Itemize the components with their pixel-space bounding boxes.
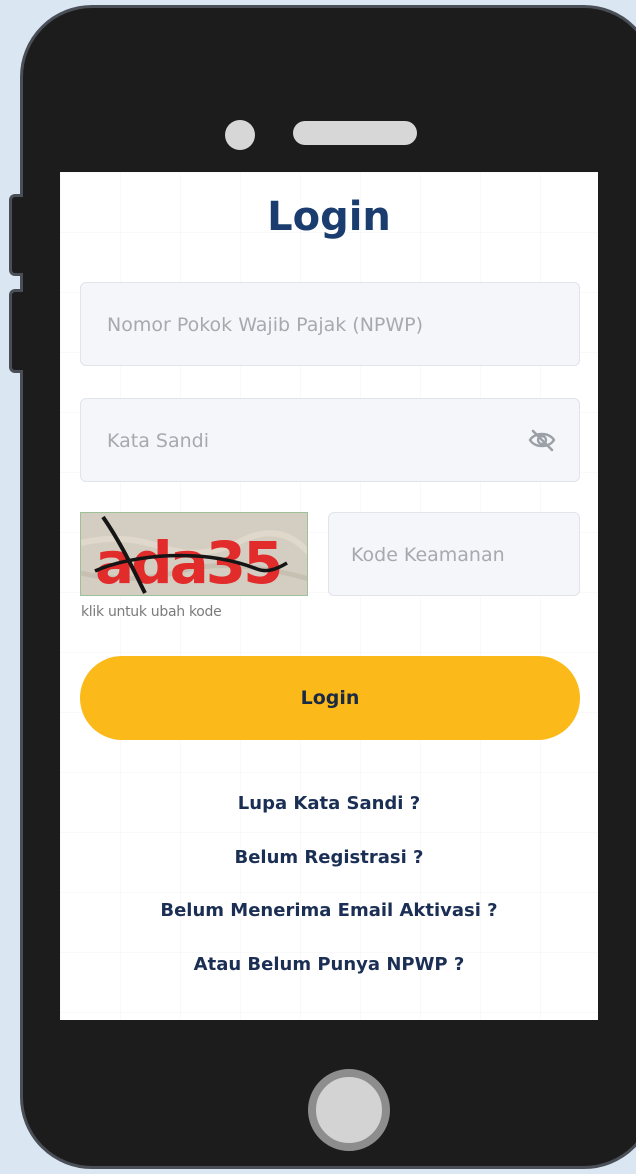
activation-email-link[interactable]: Belum Menerima Email Aktivasi ? — [60, 900, 598, 921]
phone-volume-down-button — [9, 289, 23, 373]
page-title: Login — [267, 194, 391, 240]
phone-camera — [225, 120, 255, 150]
phone-speaker — [293, 121, 417, 145]
password-input[interactable] — [105, 399, 529, 483]
captcha-image[interactable]: ada35 — [80, 512, 308, 596]
npwp-field[interactable] — [80, 282, 580, 367]
login-button[interactable]: Login — [80, 656, 580, 740]
security-code-input[interactable] — [349, 513, 573, 597]
npwp-input[interactable] — [105, 283, 529, 367]
phone-volume-up-button — [9, 194, 23, 276]
forgot-password-link[interactable]: Lupa Kata Sandi ? — [60, 793, 598, 814]
register-link[interactable]: Belum Registrasi ? — [60, 847, 598, 868]
captcha-refresh-link[interactable]: klik untuk ubah kode — [81, 604, 222, 620]
login-screen: Login ada35 klik untuk ubah kode Login L… — [60, 172, 598, 1020]
eye-slash-icon[interactable] — [527, 428, 557, 452]
password-field[interactable] — [80, 398, 580, 483]
no-npwp-link[interactable]: Atau Belum Punya NPWP ? — [60, 954, 598, 975]
security-code-field[interactable] — [328, 512, 580, 597]
phone-home-button[interactable] — [308, 1069, 390, 1151]
